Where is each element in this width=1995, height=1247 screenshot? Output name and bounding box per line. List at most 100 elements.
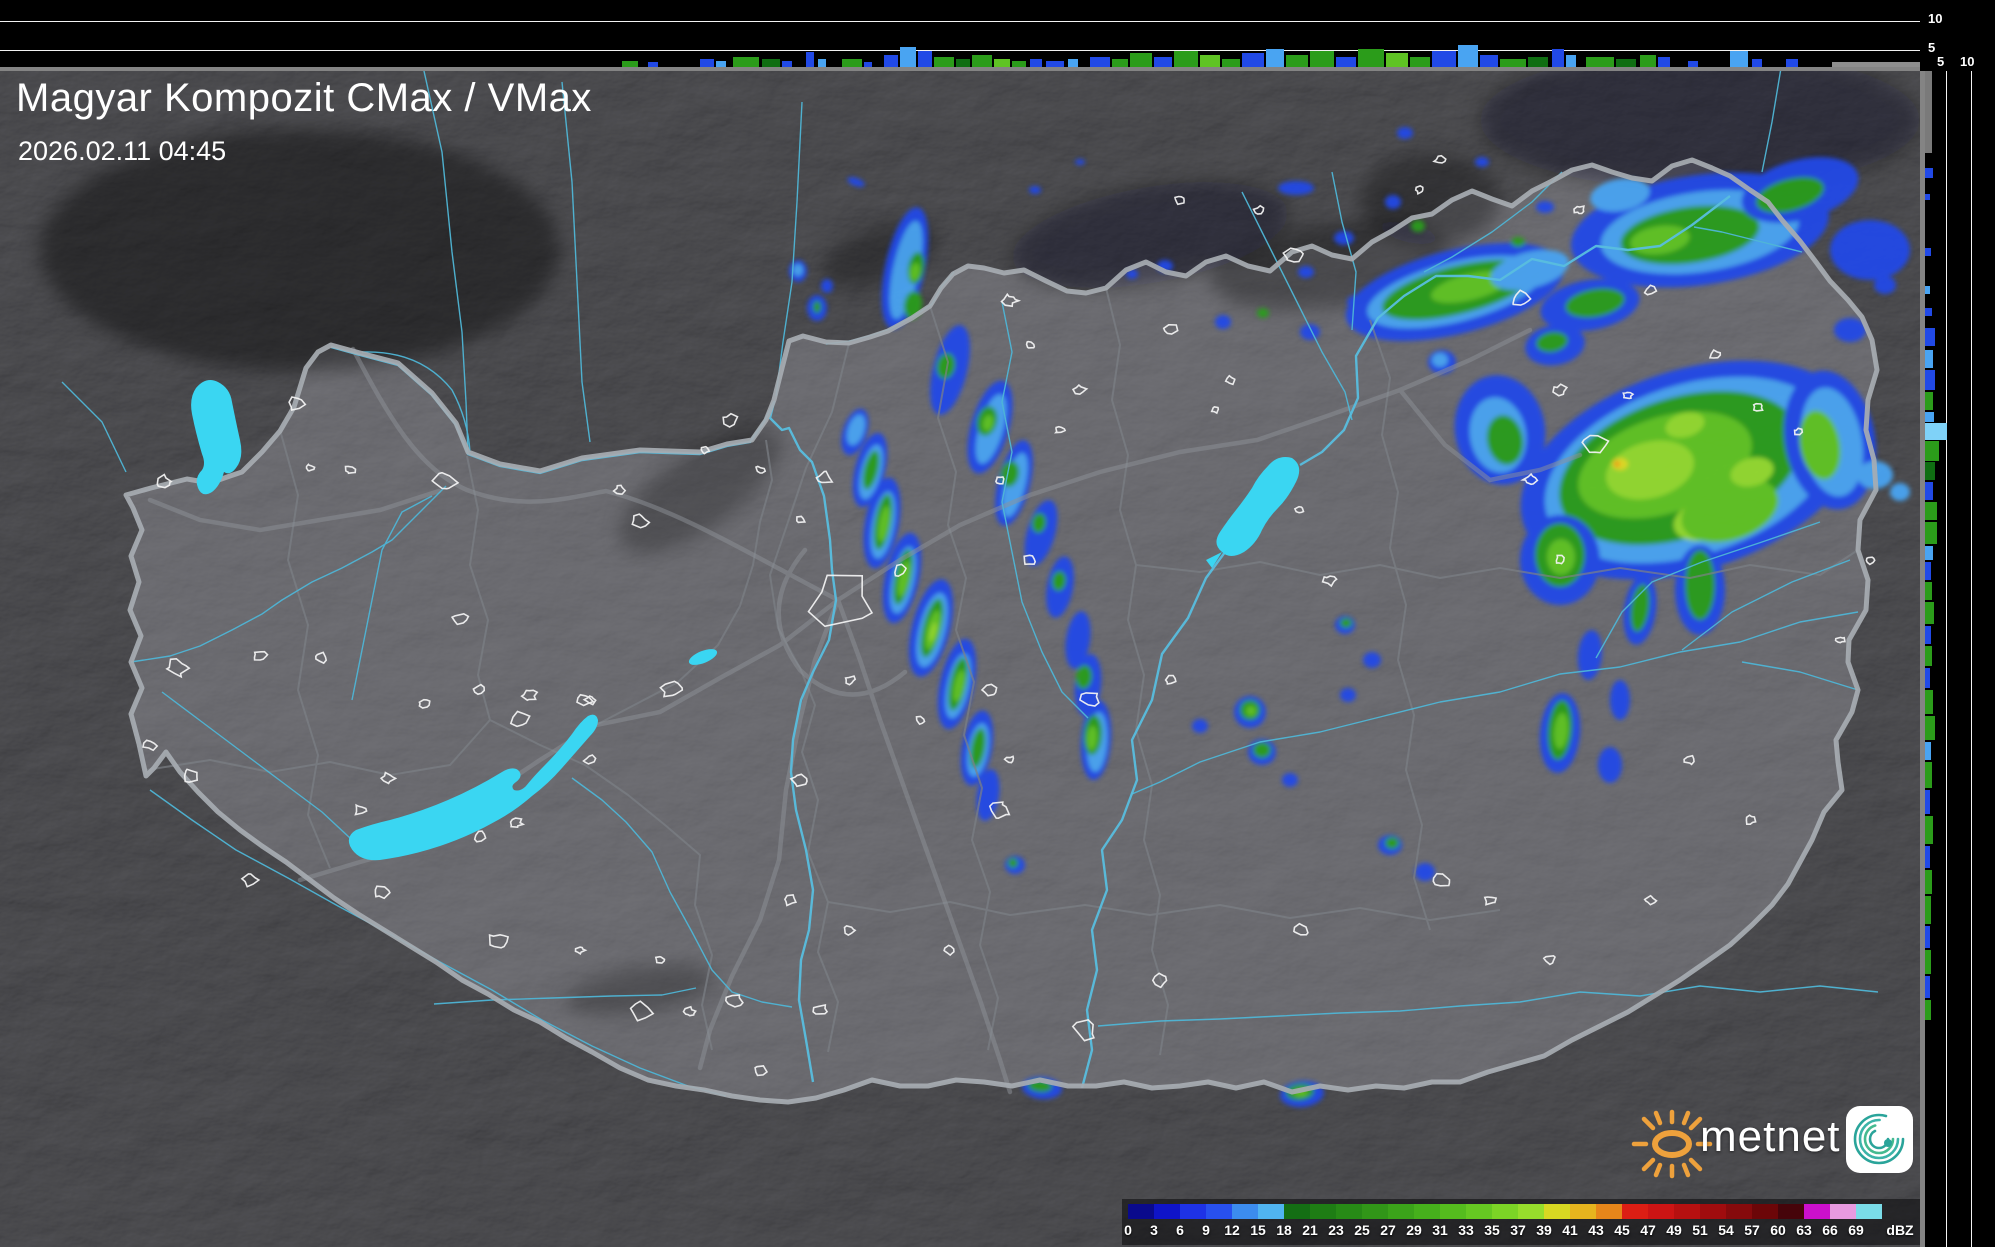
echo-profile-bar xyxy=(1730,51,1748,67)
dbz-color-cell xyxy=(1492,1204,1518,1219)
echo-profile-bar xyxy=(972,55,992,67)
echo-profile-bar xyxy=(1616,59,1636,67)
echo-profile-bar xyxy=(1925,716,1935,740)
echo-profile-bar xyxy=(762,59,780,67)
echo-profile-bar xyxy=(1925,423,1947,440)
dbz-color-cell xyxy=(1206,1204,1232,1219)
echo-profile-bar xyxy=(956,59,970,67)
profile-axis-corner: 10 5 5 10 xyxy=(1920,0,1995,71)
echo-profile-bar xyxy=(1658,57,1670,67)
echo-profile-bar xyxy=(1925,742,1931,760)
dbz-color-cell xyxy=(1804,1204,1830,1219)
echo-profile-bar xyxy=(1410,57,1430,67)
vertical-profile-right-strip xyxy=(1920,71,1995,1247)
dbz-color-cell xyxy=(1388,1204,1414,1219)
echo-profile-bar xyxy=(733,57,759,67)
dbz-color-cell xyxy=(1700,1204,1726,1219)
terrain-elevation-step-right xyxy=(1925,71,1932,153)
echo-profile-bar xyxy=(806,52,814,67)
echo-profile-bar xyxy=(1154,57,1172,67)
dbz-color-cell xyxy=(1466,1204,1492,1219)
echo-profile-bar xyxy=(1242,53,1264,67)
echo-profile-bar xyxy=(1222,59,1240,67)
echo-profile-bar xyxy=(1925,286,1930,294)
echo-profile-bar xyxy=(842,59,862,67)
echo-profile-bar xyxy=(1925,562,1931,580)
metnet-app-icon xyxy=(1846,1106,1913,1173)
echo-profile-bar xyxy=(918,51,932,67)
echo-profile-bar xyxy=(1640,55,1656,67)
dbz-color-cell xyxy=(1232,1204,1258,1219)
echo-profile-bar xyxy=(1925,194,1930,200)
echo-profile-bar xyxy=(1566,55,1576,67)
sun-icon xyxy=(1631,1109,1713,1179)
radar-map xyxy=(0,71,1920,1247)
echo-profile-bar xyxy=(1925,950,1931,974)
dbz-color-cell xyxy=(1596,1204,1622,1219)
echo-profile-bar xyxy=(1925,308,1932,316)
echo-profile-bar xyxy=(1925,370,1935,390)
echo-profile-bar xyxy=(1458,45,1478,67)
echo-profile-bar xyxy=(1925,328,1935,346)
dbz-color-cell xyxy=(1830,1204,1856,1219)
height-line-10km xyxy=(0,21,1920,22)
dbz-color-cell xyxy=(1336,1204,1362,1219)
dbz-color-cell xyxy=(1570,1204,1596,1219)
dbz-color-bar xyxy=(1128,1204,1882,1219)
echo-profile-bar xyxy=(1925,602,1934,624)
dbz-color-cell xyxy=(1648,1204,1674,1219)
ground-baseline-right xyxy=(1920,71,1925,1247)
dbz-color-cell xyxy=(1362,1204,1388,1219)
echo-profile-bar xyxy=(1310,51,1334,67)
height-line-10km-right xyxy=(1971,71,1972,1247)
page-title: Magyar Kompozit CMax / VMax xyxy=(16,76,592,120)
dbz-color-cell xyxy=(1544,1204,1570,1219)
echo-profile-bar xyxy=(1925,816,1933,844)
echo-profile-bar xyxy=(1528,57,1548,67)
dbz-color-cell xyxy=(1726,1204,1752,1219)
echo-profile-bar xyxy=(1432,51,1456,67)
echo-profile-bar xyxy=(1286,55,1308,67)
echo-profile-bar xyxy=(1925,1000,1931,1020)
echo-profile-bar xyxy=(1925,846,1930,868)
echo-profile-bar xyxy=(1925,582,1932,600)
echo-profile-bar xyxy=(700,59,714,67)
echo-profile-bar xyxy=(1925,896,1931,924)
echo-profile-bar xyxy=(1336,57,1356,67)
dbz-color-cell xyxy=(1310,1204,1336,1219)
echo-profile-bar xyxy=(1358,49,1384,67)
dbz-unit-label: dBZ xyxy=(1886,1222,1914,1238)
echo-profile-bar xyxy=(1030,59,1042,67)
echo-profile-bar xyxy=(1130,53,1152,67)
echo-profile-bar xyxy=(818,59,826,67)
timestamp: 2026.02.11 04:45 xyxy=(18,136,227,166)
top-axis-label-5: 5 xyxy=(1928,40,1936,55)
dbz-color-cell xyxy=(1518,1204,1544,1219)
echo-profile-bar xyxy=(1925,412,1934,422)
echo-profile-bar xyxy=(1925,482,1933,500)
echo-profile-bar xyxy=(1552,49,1564,67)
dbz-color-cell xyxy=(1778,1204,1804,1219)
echo-profile-bar xyxy=(1200,55,1220,67)
echo-profile-bar xyxy=(1925,522,1937,544)
dbz-color-cell xyxy=(1440,1204,1466,1219)
echo-profile-bar xyxy=(1925,168,1933,178)
dbz-color-cell xyxy=(1154,1204,1180,1219)
height-line-5km-right xyxy=(1946,71,1947,1247)
echo-profile-bar xyxy=(1480,55,1498,67)
metnet-logo-text: metnet xyxy=(1700,1112,1841,1161)
echo-profile-bar xyxy=(1090,57,1110,67)
echo-profile-bar xyxy=(1925,976,1930,998)
echo-profile-bar xyxy=(1266,49,1284,67)
echo-profile-bar xyxy=(1174,51,1198,67)
echo-profile-bar xyxy=(1925,502,1937,520)
dbz-color-scale: 0 3 6 9 12 15 18 21 23 25 27 29 31 33 35 37 39 41 43 45 47 49… xyxy=(1122,1199,1920,1245)
echo-profile-bar xyxy=(1500,59,1526,67)
echo-profile-bar xyxy=(1925,441,1939,461)
echo-profile-bar xyxy=(1925,690,1933,714)
echo-profile-bar xyxy=(1925,248,1931,256)
echo-profile-bar xyxy=(934,57,954,67)
echo-profile-bar xyxy=(1925,392,1933,410)
metnet-logo: metnet xyxy=(1598,1094,1920,1184)
dbz-color-cell xyxy=(1258,1204,1284,1219)
